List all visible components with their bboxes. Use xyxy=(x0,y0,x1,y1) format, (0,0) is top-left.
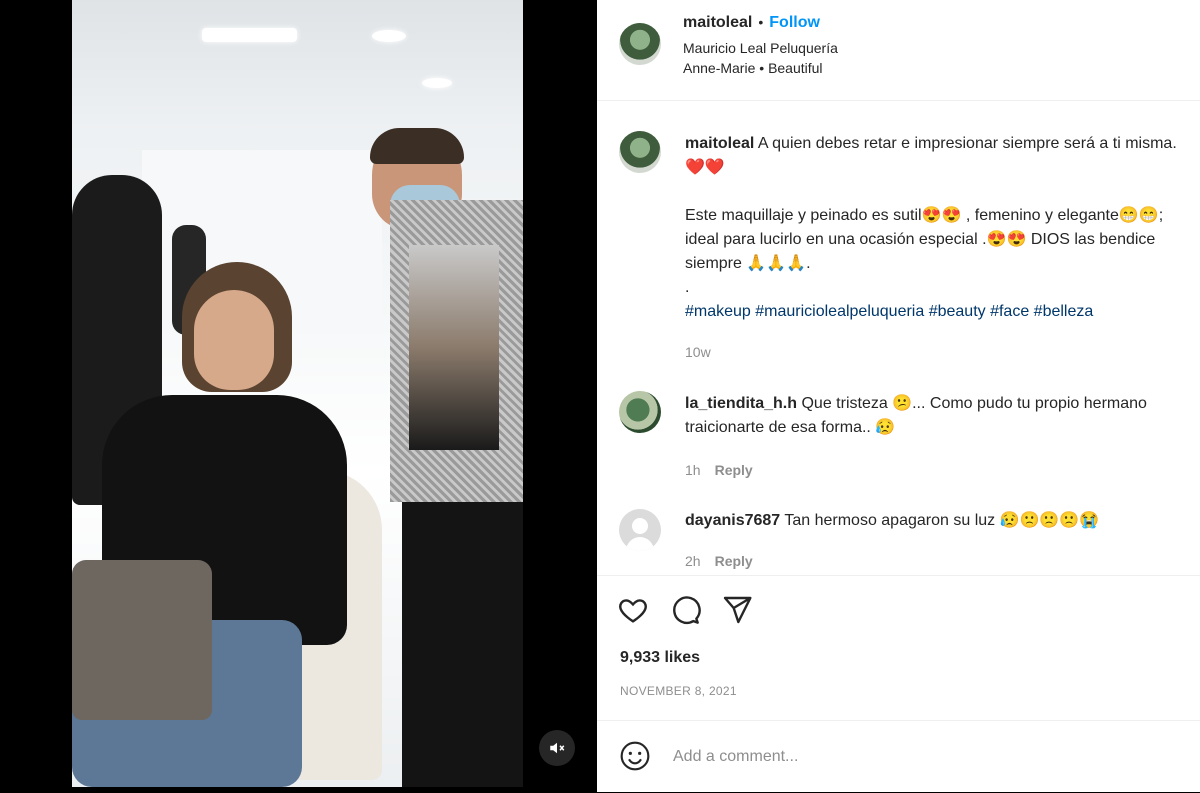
comments-section[interactable]: maitoleal A quien debes retar e impresio… xyxy=(597,101,1200,575)
woman-face xyxy=(194,290,274,390)
emoji-button[interactable] xyxy=(619,740,653,774)
reply-button[interactable]: Reply xyxy=(715,462,753,478)
post-date: NOVEMBER 8, 2021 xyxy=(620,684,737,698)
audio-artist: Anne-Marie xyxy=(683,60,756,76)
post-username[interactable]: maitoleal xyxy=(683,14,752,31)
caption-line3: . xyxy=(685,279,690,296)
ceiling-light xyxy=(372,30,406,42)
caption: maitoleal A quien debes retar e impresio… xyxy=(685,132,1200,364)
caption-line2: Este maquillaje y peinado es sutil😍😍 , f… xyxy=(685,207,1164,272)
comment-username[interactable]: la_tiendita_h.h xyxy=(685,395,797,412)
audio-title: Beautiful xyxy=(768,60,823,76)
follow-button[interactable]: Follow xyxy=(769,14,820,31)
caption-hashtags[interactable]: #makeup #mauriciolealpeluqueria #beauty … xyxy=(685,300,1200,324)
handbag xyxy=(72,560,212,720)
post-header: maitoleal • Follow Mauricio Leal Peluquerí… xyxy=(597,0,1200,101)
avatar[interactable] xyxy=(619,131,661,173)
avatar[interactable] xyxy=(619,391,661,433)
avatar[interactable] xyxy=(619,23,661,65)
likes-count[interactable]: 9,933 likes xyxy=(620,649,700,667)
comment-time[interactable]: 1h xyxy=(685,462,701,478)
paper-plane-icon xyxy=(723,596,752,624)
reply-button[interactable]: Reply xyxy=(715,553,753,569)
caption-username[interactable]: maitoleal xyxy=(685,135,754,152)
smiley-icon xyxy=(620,741,650,771)
post-video[interactable] xyxy=(72,0,523,787)
stylist-hair xyxy=(370,128,464,164)
comment-item: la_tiendita_h.h Que tristeza 😕... Como p… xyxy=(685,392,1165,483)
share-button[interactable] xyxy=(721,594,755,628)
speaker-muted-icon xyxy=(550,742,565,754)
comment-bubble-icon xyxy=(673,596,701,625)
post-details-panel: maitoleal • Follow Mauricio Leal Peluquerí… xyxy=(597,0,1200,792)
caption-line1: A quien debes retar e impresionar siempr… xyxy=(685,135,1177,176)
avatar[interactable] xyxy=(619,509,661,551)
post-location[interactable]: Mauricio Leal Peluquería xyxy=(683,40,838,56)
ceiling-light xyxy=(202,28,297,42)
post-audio[interactable]: Anne-Marie • Beautiful xyxy=(683,60,823,76)
comment-input[interactable] xyxy=(671,744,1175,770)
like-button[interactable] xyxy=(617,594,651,628)
add-comment-bar xyxy=(597,720,1200,793)
separator-dot: • xyxy=(758,14,764,30)
post-actions: 9,933 likes NOVEMBER 8, 2021 xyxy=(597,575,1200,721)
salon-ceiling xyxy=(72,0,523,130)
comment-button[interactable] xyxy=(669,594,703,628)
mirror xyxy=(409,245,499,450)
heart-icon xyxy=(619,599,647,623)
media-panel xyxy=(0,0,597,792)
comment-username[interactable]: dayanis7687 xyxy=(685,512,780,529)
mute-button[interactable] xyxy=(539,730,575,766)
comment-time[interactable]: 2h xyxy=(685,553,701,569)
caption-time[interactable]: 10w xyxy=(685,340,1200,364)
header-username-row: maitoleal • Follow xyxy=(683,14,820,32)
ceiling-light xyxy=(422,78,452,88)
separator-dot: • xyxy=(755,60,769,76)
comment-item: dayanis7687 Tan hermoso apagaron su luz … xyxy=(685,509,1165,574)
comment-text: Tan hermoso apagaron su luz 😥🙁🙁🙁😭 xyxy=(784,512,1100,529)
